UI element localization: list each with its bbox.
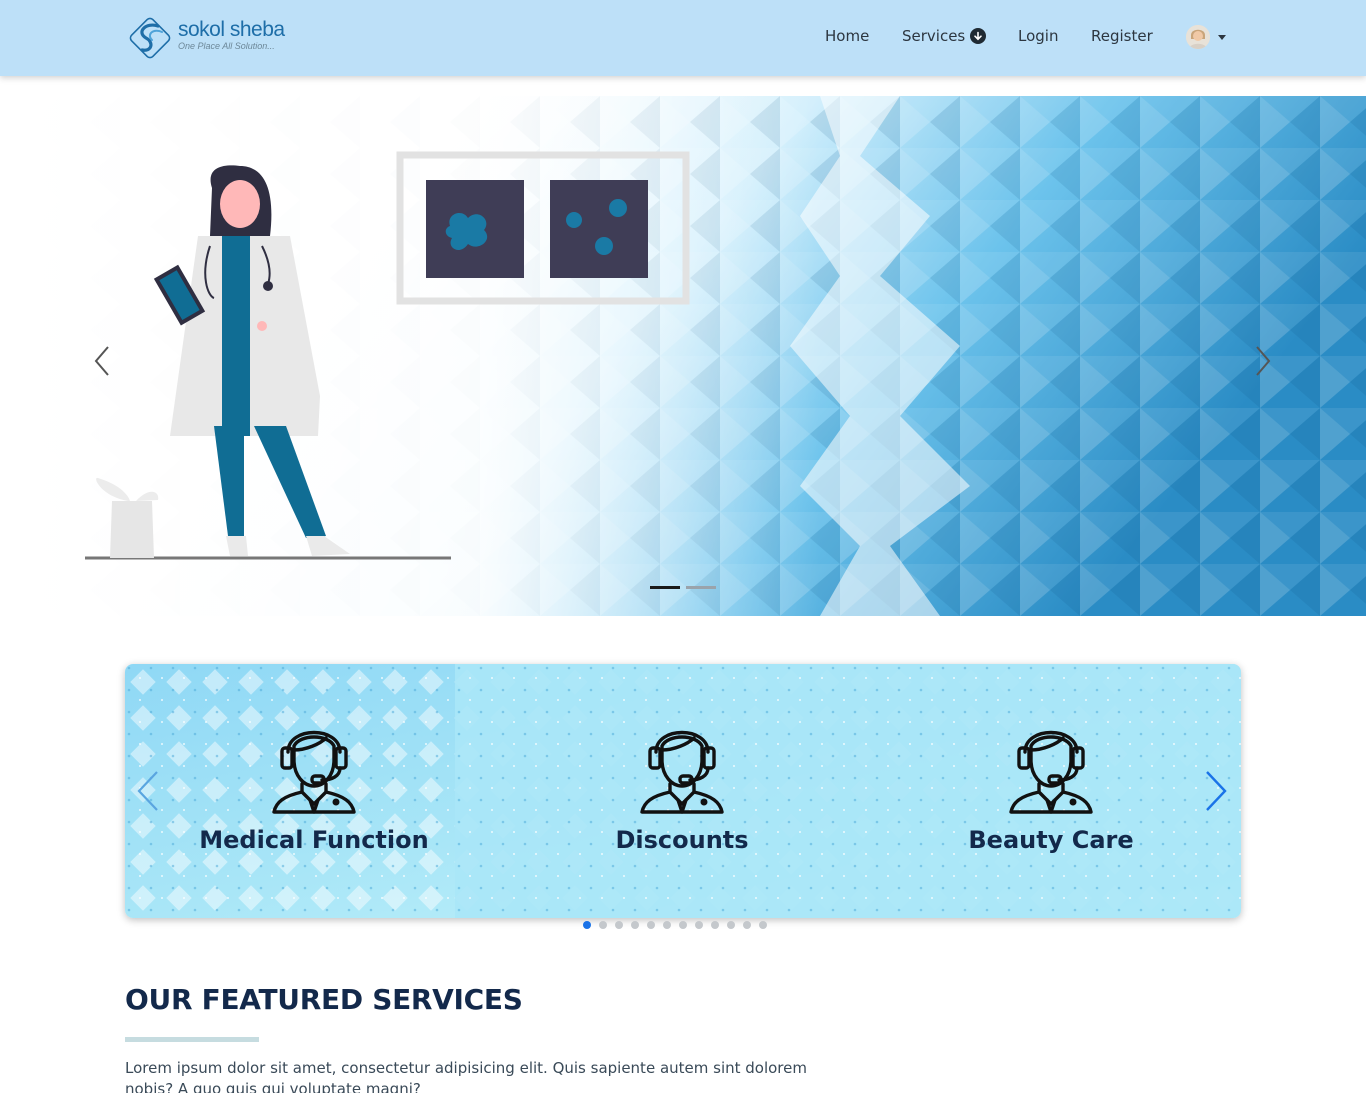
pagination-dot[interactable] — [727, 921, 735, 929]
hero-indicator-2[interactable] — [686, 586, 716, 589]
hero-prev-button[interactable] — [87, 341, 117, 381]
hero-indicators — [650, 586, 716, 589]
featured-title: OUR FEATURED SERVICES — [125, 983, 523, 1016]
user-menu[interactable] — [1186, 25, 1226, 49]
service-card-discounts[interactable]: Discounts — [532, 712, 832, 854]
customer-support-icon — [1009, 730, 1093, 814]
pagination-dot[interactable] — [647, 921, 655, 929]
hero-next-button[interactable] — [1248, 341, 1278, 381]
pagination-dot[interactable] — [599, 921, 607, 929]
brand-name: sokol sheba — [178, 18, 285, 41]
pagination-dot[interactable] — [583, 921, 591, 929]
chevron-right-icon — [1256, 346, 1271, 376]
services-next-button[interactable] — [1201, 766, 1231, 816]
service-card-beauty-care[interactable]: Beauty Care — [901, 712, 1201, 854]
hero-carousel — [0, 96, 1366, 616]
pagination-dot[interactable] — [711, 921, 719, 929]
navbar: sokol sheba One Place All Solution... Ho… — [0, 0, 1366, 76]
avatar — [1186, 25, 1210, 49]
hero-slide-image — [0, 96, 1366, 616]
chevron-left-icon — [137, 771, 158, 811]
pagination-dot[interactable] — [679, 921, 687, 929]
nav-services[interactable]: Services — [902, 27, 987, 45]
circle-arrow-down-icon — [970, 28, 987, 44]
services-slider: Medical Function Discounts Beauty Care — [125, 664, 1241, 918]
nav-register[interactable]: Register — [1091, 27, 1153, 45]
nav-login[interactable]: Login — [1018, 27, 1058, 45]
chevron-right-icon — [1206, 771, 1227, 811]
featured-description: Lorem ipsum dolor sit amet, consectetur … — [125, 1059, 807, 1093]
pagination-dot[interactable] — [663, 921, 671, 929]
caret-down-icon — [1218, 34, 1226, 40]
customer-support-icon — [640, 730, 724, 814]
customer-support-icon — [272, 730, 356, 814]
logo-icon — [129, 17, 171, 59]
chevron-left-icon — [94, 346, 109, 376]
service-label: Discounts — [615, 826, 749, 854]
services-prev-button[interactable] — [133, 766, 163, 816]
featured-divider — [125, 1037, 259, 1042]
service-label: Beauty Care — [968, 826, 1134, 854]
service-label: Medical Function — [199, 826, 429, 854]
brand-tagline: One Place All Solution... — [178, 41, 275, 51]
brand-logo[interactable]: sokol sheba One Place All Solution... — [124, 12, 285, 64]
hero-indicator-1[interactable] — [650, 586, 680, 589]
pagination-dot[interactable] — [631, 921, 639, 929]
pagination-dot[interactable] — [743, 921, 751, 929]
nav-home[interactable]: Home — [825, 27, 869, 45]
nav-services-label: Services — [902, 27, 966, 45]
services-pagination — [583, 921, 767, 929]
pagination-dot[interactable] — [759, 921, 767, 929]
pagination-dot[interactable] — [695, 921, 703, 929]
service-card-medical-function[interactable]: Medical Function — [164, 712, 464, 854]
pagination-dot[interactable] — [615, 921, 623, 929]
